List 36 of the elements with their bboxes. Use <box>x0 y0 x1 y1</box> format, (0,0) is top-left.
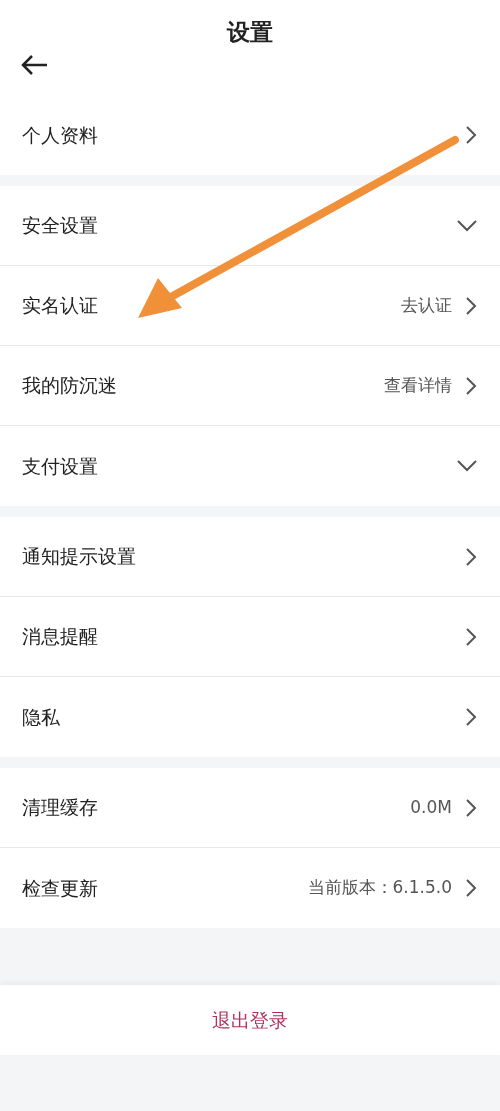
settings-row[interactable]: 通知提示设置 <box>0 517 500 597</box>
chevron-right-icon <box>464 375 478 396</box>
chevron-right-icon <box>464 125 478 145</box>
settings-row[interactable]: 我的防沉迷 查看详情 <box>0 346 500 426</box>
row-value: 查看详情 <box>384 373 452 397</box>
chevron-right-icon <box>464 797 478 818</box>
chevron-down-icon <box>456 459 478 473</box>
row-label: 实名认证 <box>22 293 99 319</box>
row-label: 检查更新 <box>22 875 99 901</box>
row-value: 去认证 <box>401 293 452 317</box>
logout-button[interactable]: 退出登录 <box>212 1005 288 1035</box>
chevron-right-icon <box>464 295 478 316</box>
row-label: 我的防沉迷 <box>22 373 118 399</box>
settings-row[interactable]: 个人资料 <box>0 95 500 175</box>
settings-row[interactable]: 检查更新 当前版本：6.1.5.0 <box>0 848 500 928</box>
settings-row[interactable]: 支付设置 <box>0 426 500 506</box>
settings-row[interactable]: 安全设置 <box>0 186 500 266</box>
settings-row[interactable]: 隐私 <box>0 677 500 757</box>
chevron-right-icon <box>464 626 478 647</box>
row-label: 个人资料 <box>22 122 99 148</box>
row-label: 隐私 <box>22 704 61 730</box>
chevron-right-icon <box>464 546 478 567</box>
settings-row[interactable]: 消息提醒 <box>0 597 500 677</box>
chevron-down-icon <box>456 218 478 233</box>
settings-row[interactable]: 清理缓存 0.0M <box>0 768 500 848</box>
row-label: 通知提示设置 <box>22 544 137 570</box>
row-label: 消息提醒 <box>22 624 99 650</box>
back-icon[interactable] <box>20 52 48 74</box>
chevron-right-icon <box>464 707 478 727</box>
row-label: 安全设置 <box>22 213 99 239</box>
chevron-right-icon <box>464 878 478 898</box>
row-label: 支付设置 <box>22 453 99 479</box>
page-title: 设置 <box>227 18 273 48</box>
row-label: 清理缓存 <box>22 795 99 821</box>
row-value: 0.0M <box>410 795 452 819</box>
row-value: 当前版本：6.1.5.0 <box>307 876 452 900</box>
